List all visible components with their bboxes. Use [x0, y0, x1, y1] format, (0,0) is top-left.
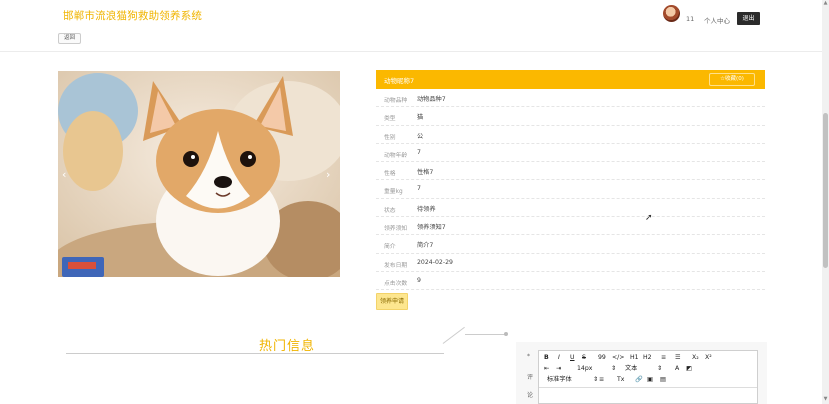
username[interactable]: 11	[686, 15, 694, 23]
rich-text-editor[interactable]: B I U S 99 </> H1 H2 ≡ ☰ X₂ X² ⇤ ⇥ 14px ⇕ 文本 ⇕ A ◩ 标准字体 ⇕ ≡ T…	[538, 350, 758, 404]
align-button[interactable]: ≡	[599, 376, 604, 384]
animal-photo	[58, 71, 340, 277]
font-size-select[interactable]: 14px	[577, 365, 592, 373]
outdent-button[interactable]: ⇤	[544, 365, 549, 373]
detail-row: 简介 简介7	[376, 235, 765, 254]
detail-row-value: 猫	[417, 114, 424, 122]
code-button[interactable]: </>	[612, 354, 624, 362]
h1-button[interactable]: H1	[630, 354, 639, 362]
top-header: 邯郸市流浪猫狗救助领养系统 11 个人中心 退出 返回	[0, 0, 822, 52]
detail-row-label: 状态	[384, 207, 396, 214]
detail-row: 动物年龄 7	[376, 144, 765, 163]
font-size-caret-icon[interactable]: ⇕	[611, 365, 616, 373]
detail-row-label: 重量kg	[384, 189, 403, 196]
carousel-next-icon[interactable]: ›	[326, 168, 330, 181]
divider	[465, 334, 505, 335]
detail-row-value: 领养须知7	[417, 224, 446, 232]
mouse-cursor-icon: ➚	[645, 213, 653, 223]
detail-row-value: 性格7	[417, 169, 434, 177]
site-title[interactable]: 邯郸市流浪猫狗救助领养系统	[63, 8, 202, 23]
detail-panel: 动物昵称7 ☆收藏(0) 动物品种 动物品种7 类型 猫性别 公动物年龄 7 性格 性格7 重量…	[376, 70, 765, 291]
user-center-link[interactable]: 个人中心	[704, 15, 730, 25]
detail-row: 性格 性格7	[376, 162, 765, 181]
detail-row: 点击次数 9	[376, 272, 765, 291]
detail-row-label: 动物品种	[384, 98, 408, 104]
divider	[442, 326, 465, 344]
detail-row-value: 7	[417, 148, 421, 156]
corgi-image	[58, 71, 340, 277]
superscript-button[interactable]: X²	[705, 354, 712, 362]
scroll-down-icon[interactable]: ▼	[823, 397, 828, 402]
video-button[interactable]: ▤	[660, 376, 666, 384]
font-family-caret-icon[interactable]: ⇕	[593, 376, 598, 384]
strike-button[interactable]: S	[582, 354, 586, 362]
adopt-apply-button[interactable]: 领养申请	[376, 293, 408, 310]
quote-button[interactable]: 99	[598, 354, 606, 362]
detail-rows: 动物品种 动物品种7 类型猫性别公动物年龄 7 性格 性格7 重量kg 7 状态 待领养 领养须知领…	[376, 89, 765, 291]
italic-button[interactable]: I	[558, 354, 560, 362]
detail-row-value: 7	[417, 185, 421, 193]
hot-section-header: 热门信息	[66, 326, 511, 360]
animal-name: 动物昵称7	[384, 77, 415, 85]
indent-button[interactable]: ⇥	[556, 365, 561, 373]
detail-row-value: 待领养	[417, 205, 436, 213]
detail-row-value: 动物品种7	[417, 96, 446, 103]
detail-row-label: 点击次数	[384, 280, 408, 287]
font-color-button[interactable]: A	[675, 365, 679, 373]
comment-label-2: 论	[527, 392, 534, 399]
ordered-list-button[interactable]: ≡	[661, 354, 666, 362]
link-button[interactable]: 🔗	[635, 376, 643, 384]
scroll-up-icon[interactable]: ▲	[823, 1, 828, 6]
divider-dot	[504, 332, 508, 336]
detail-row: 性别 公	[376, 126, 765, 144]
favorite-button[interactable]: ☆收藏(0)	[709, 73, 755, 86]
h2-button[interactable]: H2	[643, 354, 652, 362]
detail-row: 类型 猫	[376, 107, 765, 126]
hot-title: 热门信息	[259, 339, 316, 354]
clear-format-button[interactable]: Tx	[617, 376, 624, 384]
required-mark: *	[527, 353, 530, 360]
subscript-button[interactable]: X₂	[692, 354, 699, 362]
paragraph-caret-icon[interactable]: ⇕	[657, 365, 662, 373]
logout-button[interactable]: 退出	[737, 12, 760, 25]
detail-row-label: 发布日期	[384, 262, 408, 269]
carousel-prev-icon[interactable]: ‹	[62, 168, 66, 181]
detail-row-label: 性格	[384, 171, 396, 178]
detail-row-label: 领养须知	[384, 226, 408, 233]
paragraph-select[interactable]: 文本	[625, 365, 637, 373]
detail-row-value: 公	[417, 132, 424, 140]
detail-row: 动物品种 动物品种7	[376, 89, 765, 108]
bold-button[interactable]: B	[544, 354, 549, 362]
bullet-list-button[interactable]: ☰	[675, 354, 681, 362]
detail-row: 领养须知 领养须知7	[376, 217, 765, 236]
detail-row-label: 性别	[384, 134, 396, 141]
detail-row-value: 简介7	[417, 242, 434, 250]
scrollbar-thumb[interactable]	[823, 113, 828, 268]
detail-row-label: 简介	[384, 244, 396, 251]
back-button[interactable]: 返回	[58, 33, 81, 44]
editor-divider	[539, 387, 757, 388]
detail-row-value: 2024-02-29	[417, 258, 453, 266]
font-family-select[interactable]: 标准字体	[547, 376, 572, 384]
underline-button[interactable]: U	[570, 354, 575, 362]
background-color-button[interactable]: ◩	[686, 365, 692, 373]
detail-header: 动物昵称7 ☆收藏(0)	[376, 70, 765, 89]
detail-row-label: 类型	[384, 116, 396, 123]
avatar[interactable]	[663, 5, 680, 22]
comment-label-1: 评	[527, 374, 534, 381]
detail-row: 重量kg 7	[376, 180, 765, 199]
divider	[66, 353, 444, 354]
detail-row-value: 9	[417, 276, 421, 284]
detail-row: 发布日期 2024-02-29	[376, 254, 765, 272]
image-button[interactable]: ▣	[647, 376, 653, 384]
detail-row-label: 动物年龄	[384, 152, 408, 159]
detail-row: 状态 待领养	[376, 199, 765, 218]
